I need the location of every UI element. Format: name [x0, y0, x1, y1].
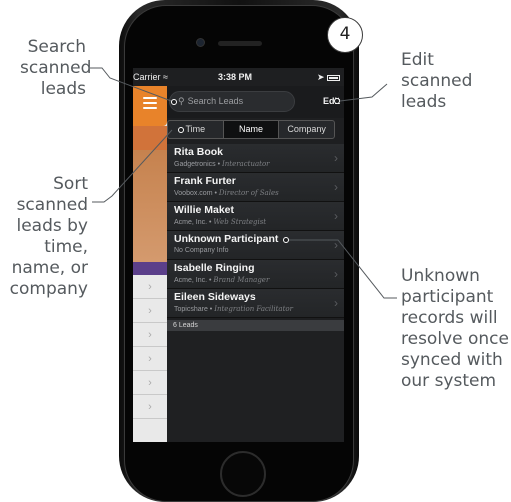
connector-unknown — [288, 239, 397, 299]
connector-search — [90, 67, 175, 103]
connector-dot — [178, 127, 184, 133]
connector-edit — [339, 83, 388, 102]
connector-sort — [92, 129, 173, 203]
callout-connectors — [90, 67, 397, 299]
connector-dot — [334, 98, 340, 104]
connector-dot — [171, 99, 177, 105]
connector-dot — [283, 237, 289, 243]
